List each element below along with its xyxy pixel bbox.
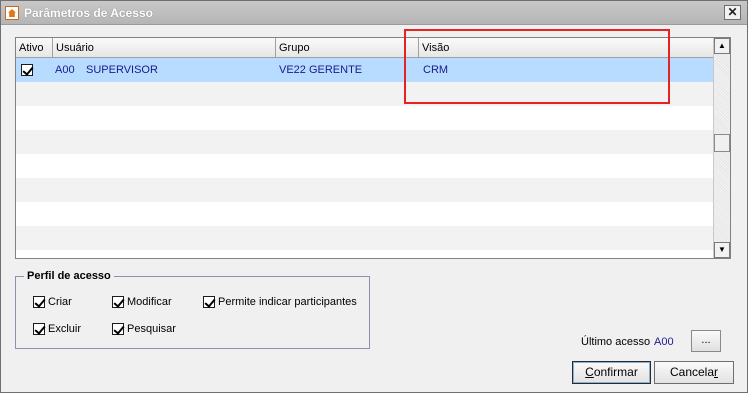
window-title: Parâmetros de Acesso bbox=[24, 6, 153, 20]
close-button[interactable]: ✕ bbox=[724, 5, 741, 20]
scroll-down-icon[interactable]: ▼ bbox=[714, 242, 730, 258]
permite-indicar-checkbox[interactable] bbox=[203, 296, 215, 308]
app-house-icon bbox=[5, 6, 19, 20]
dialog-window: Parâmetros de Acesso ✕ Ativo Usuário Gru… bbox=[0, 0, 748, 393]
row-ativo-checkbox[interactable] bbox=[21, 64, 33, 76]
excluir-label: Excluir bbox=[48, 323, 82, 335]
perfil-groupbox: Perfil de acesso Criar Modificar Permite… bbox=[15, 270, 370, 349]
empty-row bbox=[16, 226, 713, 250]
criar-label: Criar bbox=[48, 296, 72, 308]
pesquisar-label: Pesquisar bbox=[127, 323, 176, 335]
empty-row bbox=[16, 130, 713, 154]
scrollbar-thumb[interactable] bbox=[714, 134, 730, 152]
pesquisar-checkbox[interactable] bbox=[112, 323, 124, 335]
row-grupo: VE22 GERENTE bbox=[279, 64, 363, 76]
empty-row bbox=[16, 202, 713, 226]
scroll-up-icon[interactable]: ▲ bbox=[714, 38, 730, 54]
ultimo-acesso-label: Último acesso bbox=[581, 336, 651, 348]
cancelar-button[interactable]: Cancelar bbox=[654, 361, 734, 384]
modificar-checkbox[interactable] bbox=[112, 296, 124, 308]
cancelar-accesskey: r bbox=[714, 365, 719, 379]
ultimo-acesso-value: A00 bbox=[654, 336, 674, 348]
empty-row bbox=[16, 106, 713, 130]
excluir-checkbox[interactable] bbox=[33, 323, 45, 335]
modificar-label: Modificar bbox=[127, 296, 172, 308]
confirmar-button[interactable]: Confirmar bbox=[572, 361, 651, 384]
permite-indicar-label: Permite indicar participantes bbox=[218, 296, 357, 308]
empty-row bbox=[16, 250, 713, 258]
highlight-annotation bbox=[404, 29, 670, 104]
row-usuario-name: SUPERVISOR bbox=[86, 64, 158, 76]
confirmar-accesskey: C bbox=[585, 365, 594, 379]
cancelar-label: Cancela bbox=[669, 365, 715, 379]
column-header-ativo[interactable]: Ativo bbox=[16, 38, 53, 58]
vertical-scrollbar[interactable]: ▲ ▼ bbox=[713, 38, 730, 258]
empty-row bbox=[16, 154, 713, 178]
row-usuario-code: A00 bbox=[55, 64, 75, 76]
column-header-usuario[interactable]: Usuário bbox=[53, 38, 276, 58]
confirmar-label: onfirmar bbox=[593, 365, 638, 379]
title-bar[interactable]: Parâmetros de Acesso ✕ bbox=[1, 1, 747, 25]
empty-row bbox=[16, 178, 713, 202]
column-header-grupo[interactable]: Grupo bbox=[276, 38, 419, 58]
criar-checkbox[interactable] bbox=[33, 296, 45, 308]
perfil-title: Perfil de acesso bbox=[24, 270, 114, 282]
ultimo-acesso-browse-button[interactable]: ... bbox=[691, 330, 721, 352]
